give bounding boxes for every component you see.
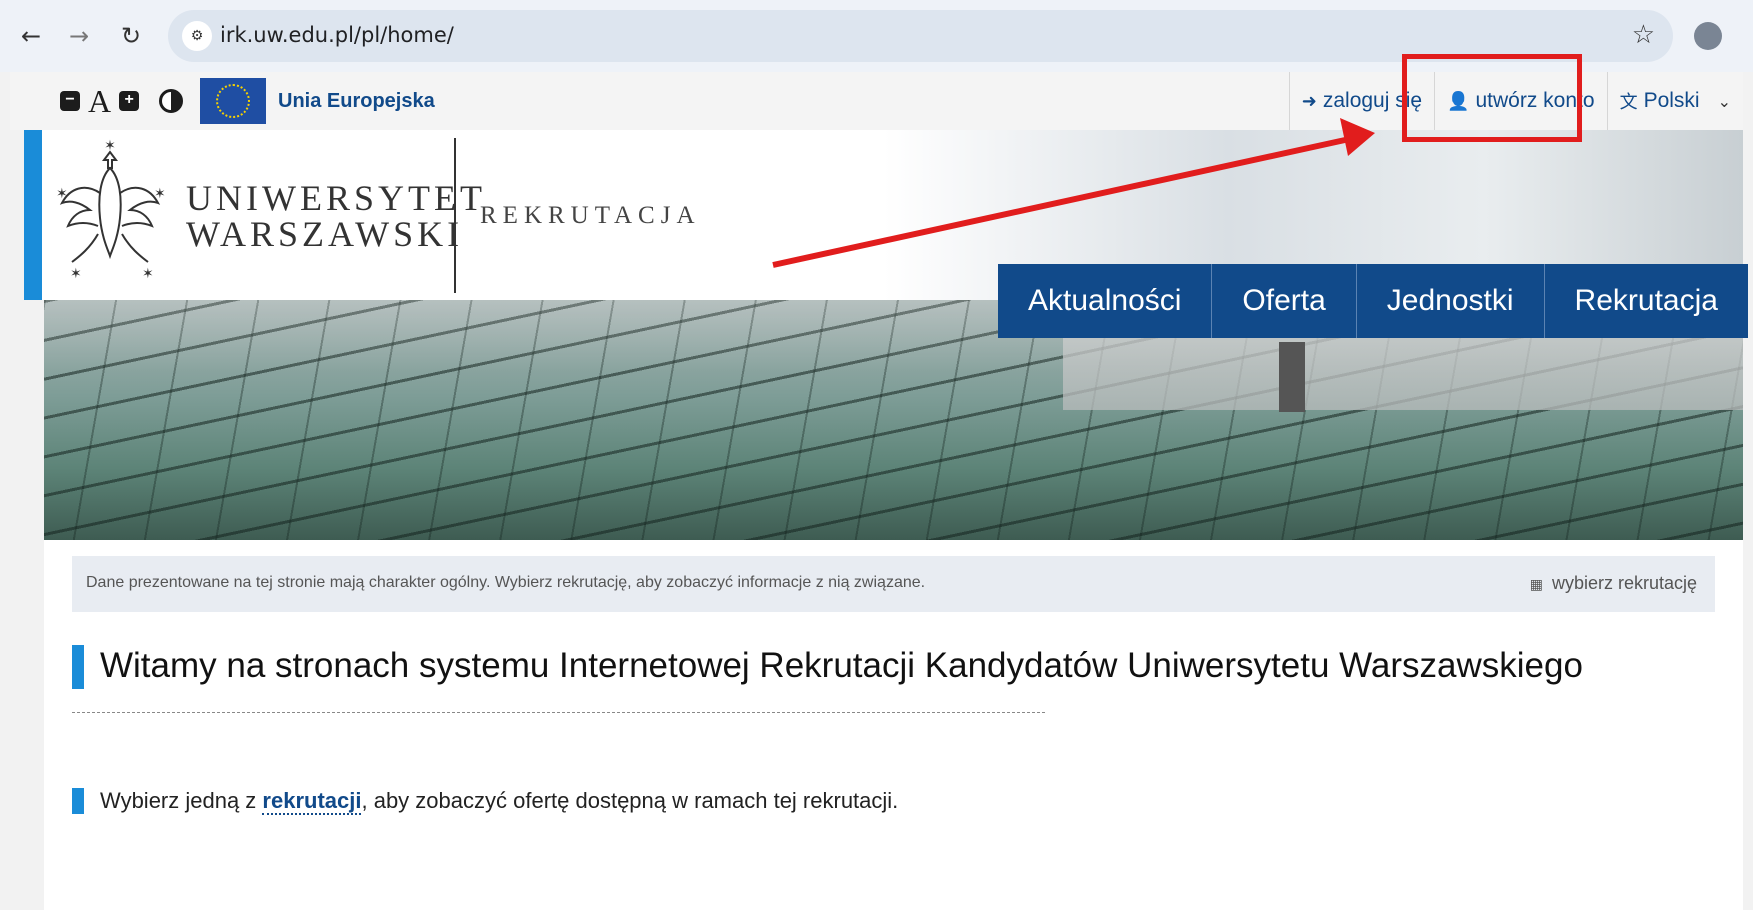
reload-icon[interactable]: ↻ [116, 18, 146, 54]
section-label[interactable]: REKRUTACJA [480, 202, 701, 230]
svg-text:✶: ✶ [70, 265, 82, 281]
choose-text-after: , aby zobaczyć ofertę dostępną w ramach … [361, 788, 899, 813]
eu-flag-icon[interactable] [200, 78, 266, 124]
language-select[interactable]: 文 Polski ⌄ [1606, 72, 1743, 130]
profile-avatar[interactable] [1694, 22, 1722, 50]
info-bar: Dane prezentowane na tej stronie mają ch… [72, 556, 1715, 612]
font-size-icon[interactable]: A [88, 85, 111, 117]
choose-recruitment-link[interactable]: ▦ wybierz rekrutację [1530, 573, 1697, 594]
chevron-down-icon: ⌄ [1717, 91, 1731, 111]
info-text: Dane prezentowane na tej stronie mają ch… [86, 574, 926, 591]
university-name[interactable]: UNIWERSYTET WARSZAWSKI [186, 180, 486, 252]
nav-item-aktualnosci[interactable]: Aktualności [998, 264, 1213, 338]
svg-text:✶: ✶ [56, 185, 68, 201]
divider [72, 712, 1045, 713]
university-eagle-logo[interactable]: ✶ ✶ ✶ ✶ ✶ [50, 138, 170, 294]
university-name-line2: WARSZAWSKI [186, 214, 464, 254]
accessibility-controls: − A + [60, 85, 184, 117]
sign-in-icon: ➜ [1301, 90, 1317, 112]
url-text[interactable]: irk.uw.edu.pl/pl/home/ [220, 23, 454, 47]
header-accent-bar [24, 130, 42, 300]
heading-marker [72, 645, 84, 689]
forward-arrow-icon[interactable]: → [64, 18, 94, 54]
choose-paragraph: Wybierz jedną z rekrutacji, aby zobaczyć… [100, 788, 899, 815]
eu-link[interactable]: Unia Europejska [278, 90, 435, 113]
choose-text-before: Wybierz jedną z [100, 788, 263, 813]
page-title: Witamy na stronach systemu Internetowej … [100, 646, 1583, 685]
nav-item-jednostki[interactable]: Jednostki [1357, 264, 1545, 338]
annotation-highlight-box [1402, 54, 1582, 142]
web-page: − A + Unia Europejska ➜ zaloguj się 👤 ut… [10, 54, 1748, 910]
main-content: Dane prezentowane na tej stronie mają ch… [44, 540, 1743, 910]
back-arrow-icon[interactable]: ← [16, 18, 46, 54]
nav-item-oferta[interactable]: Oferta [1212, 264, 1357, 338]
logo-divider [454, 138, 456, 293]
main-navigation: Aktualności Oferta Jednostki Rekrutacja [998, 264, 1748, 338]
contrast-icon[interactable] [159, 89, 184, 113]
paragraph-marker [72, 788, 84, 814]
site-settings-icon[interactable]: ⚙ [182, 21, 212, 51]
svg-text:✶: ✶ [142, 265, 154, 281]
recruitments-link[interactable]: rekrutacji [262, 788, 362, 815]
banner-tower [1279, 342, 1305, 412]
svg-text:✶: ✶ [104, 138, 116, 153]
font-increase-icon[interactable]: + [119, 91, 140, 111]
star-icon[interactable]: ☆ [1632, 20, 1655, 50]
translate-icon: 文 [1619, 92, 1638, 113]
nav-item-rekrutacja[interactable]: Rekrutacja [1545, 264, 1748, 338]
language-label: Polski [1643, 89, 1700, 112]
grid-icon: ▦ [1529, 577, 1543, 593]
choose-recruitment-label: wybierz rekrutację [1551, 573, 1697, 593]
font-decrease-icon[interactable]: − [60, 91, 80, 111]
svg-text:✶: ✶ [154, 185, 166, 201]
university-name-line1: UNIWERSYTET [186, 178, 486, 218]
